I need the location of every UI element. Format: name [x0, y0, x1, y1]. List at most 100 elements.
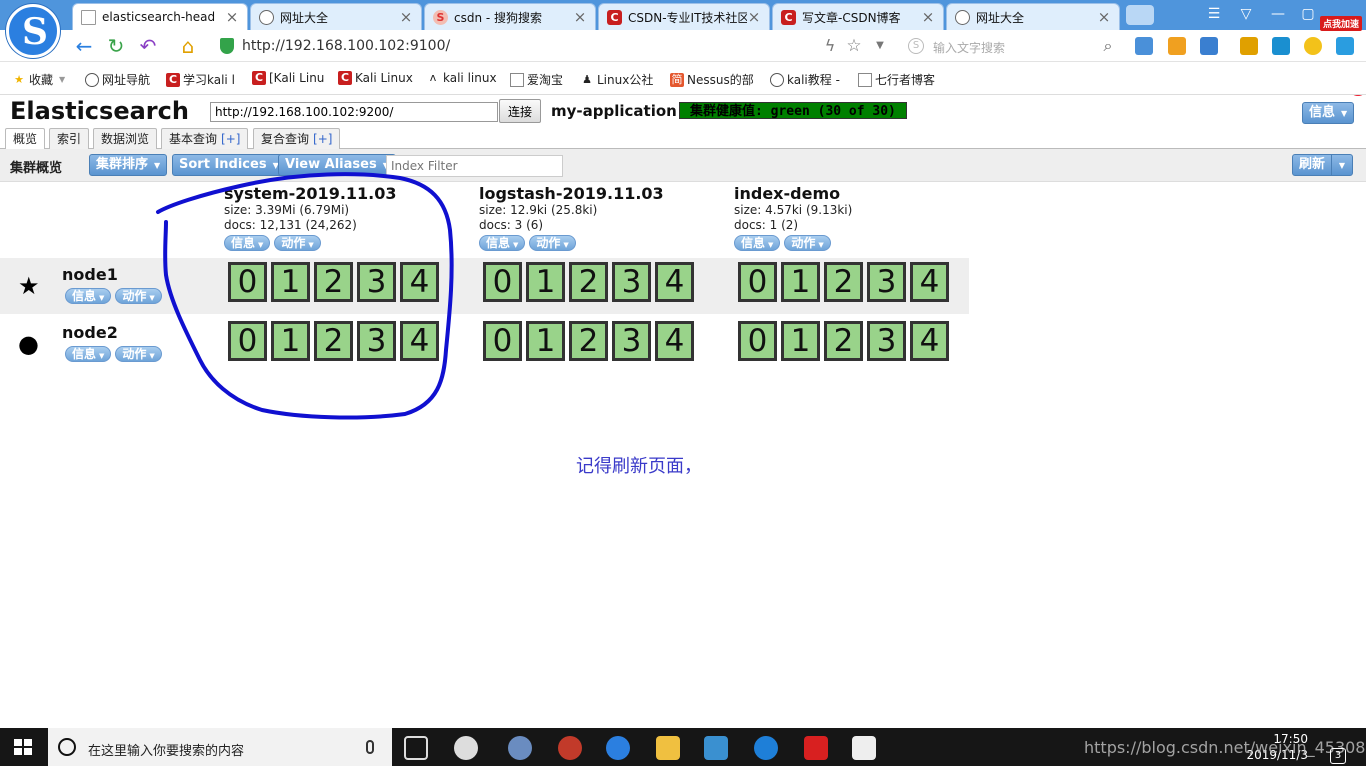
- shard-box[interactable]: 0: [738, 262, 777, 302]
- netease-music-icon[interactable]: [804, 736, 828, 760]
- shard-box[interactable]: 1: [526, 321, 565, 361]
- tab-elasticsearch-head[interactable]: elasticsearch-head ×: [72, 3, 248, 30]
- shard-box[interactable]: 4: [400, 262, 439, 302]
- close-icon[interactable]: ×: [747, 8, 761, 26]
- bookmark-item[interactable]: C 学习kali l: [166, 71, 235, 88]
- translate-icon[interactable]: [1135, 37, 1153, 55]
- cluster-sort-button[interactable]: 集群排序 ▼: [89, 154, 168, 176]
- bookmark-item[interactable]: 爱淘宝: [510, 71, 563, 88]
- shard-box[interactable]: 0: [738, 321, 777, 361]
- globe-app-icon[interactable]: [508, 736, 532, 760]
- tab-compound-query[interactable]: 复合查询 [+]: [253, 128, 341, 150]
- shard-box[interactable]: 3: [357, 262, 396, 302]
- undo-icon[interactable]: ↶: [136, 34, 160, 58]
- kugou-icon[interactable]: [754, 736, 778, 760]
- lightning-icon[interactable]: ϟ: [818, 34, 842, 58]
- bookmark-item[interactable]: ♟ Linux公社: [580, 71, 653, 88]
- download-icon[interactable]: [1336, 37, 1354, 55]
- node-action-button[interactable]: 动作 ▼: [115, 346, 162, 362]
- shard-box[interactable]: 4: [655, 321, 694, 361]
- sort-indices-button[interactable]: Sort Indices ▼: [172, 154, 286, 176]
- shard-box[interactable]: 0: [228, 262, 267, 302]
- extension-icon[interactable]: [1168, 37, 1186, 55]
- node-info-button[interactable]: 信息 ▼: [65, 288, 112, 304]
- microphone-icon[interactable]: [366, 740, 374, 754]
- minimize-icon[interactable]: —: [1268, 4, 1288, 24]
- shard-box[interactable]: 4: [400, 321, 439, 361]
- close-icon[interactable]: ×: [1097, 8, 1111, 26]
- taskbar-search-input[interactable]: 在这里输入你要搜索的内容: [48, 728, 392, 766]
- bookmark-item[interactable]: C [Kali Linu: [252, 71, 324, 85]
- key-icon[interactable]: [1240, 37, 1258, 55]
- photos-icon[interactable]: [852, 736, 876, 760]
- tab-overview[interactable]: 概览: [5, 128, 46, 151]
- close-icon[interactable]: ×: [225, 8, 239, 26]
- shard-box[interactable]: 2: [824, 262, 863, 302]
- windows-start-icon[interactable]: [14, 739, 32, 755]
- search-icon[interactable]: ⌕: [1096, 34, 1120, 58]
- bookmark-item[interactable]: ᴧ kali linux: [426, 71, 497, 85]
- view-aliases-button[interactable]: View Aliases▼: [278, 154, 396, 176]
- skin-icon[interactable]: ▽: [1236, 4, 1256, 24]
- bookmark-item[interactable]: C Kali Linux: [338, 71, 413, 85]
- index-action-button[interactable]: 动作 ▼: [529, 235, 576, 251]
- bookmark-item[interactable]: kali教程 -: [770, 71, 840, 88]
- tab-website-directory-2[interactable]: 网址大全 ×: [946, 3, 1120, 30]
- bookmark-item[interactable]: 网址导航: [85, 71, 150, 88]
- connection-url-input[interactable]: [210, 102, 498, 122]
- shard-box[interactable]: 0: [483, 321, 522, 361]
- index-info-button[interactable]: 信息 ▼: [479, 235, 526, 251]
- shard-box[interactable]: 2: [314, 321, 353, 361]
- tab-indices[interactable]: 索引: [49, 128, 90, 150]
- shard-box[interactable]: 1: [271, 321, 310, 361]
- index-filter-input[interactable]: [386, 155, 563, 177]
- close-icon[interactable]: ×: [399, 8, 413, 26]
- shard-box[interactable]: 0: [228, 321, 267, 361]
- close-icon[interactable]: ×: [921, 8, 935, 26]
- index-info-button[interactable]: 信息 ▼: [224, 235, 271, 251]
- info-menu-button[interactable]: 信息 ▼: [1302, 102, 1355, 124]
- node-info-button[interactable]: 信息 ▼: [65, 346, 112, 362]
- vmware-icon[interactable]: [704, 736, 728, 760]
- search-input[interactable]: S 输入文字搜索: [903, 35, 1123, 57]
- index-action-button[interactable]: 动作 ▼: [784, 235, 831, 251]
- shard-box[interactable]: 1: [781, 321, 820, 361]
- chevron-down-icon[interactable]: ▼: [868, 34, 892, 58]
- refresh-options-chevron-icon[interactable]: ▼: [1331, 154, 1353, 176]
- tab-basic-query[interactable]: 基本查询 [+]: [161, 128, 249, 150]
- bookmark-star-icon[interactable]: ☆: [842, 34, 866, 58]
- speed-up-badge[interactable]: 点我加速: [1320, 16, 1363, 31]
- shard-box[interactable]: 2: [314, 262, 353, 302]
- shard-box[interactable]: 3: [357, 321, 396, 361]
- screenshot-icon[interactable]: [1272, 37, 1290, 55]
- bookmark-item[interactable]: 简 Nessus的部: [670, 71, 754, 88]
- shard-box[interactable]: 3: [612, 321, 651, 361]
- tab-csdn-write[interactable]: C 写文章-CSDN博客 ×: [772, 3, 944, 30]
- shard-box[interactable]: 2: [824, 321, 863, 361]
- index-info-button[interactable]: 信息 ▼: [734, 235, 781, 251]
- task-view-icon[interactable]: [404, 736, 428, 760]
- shard-box[interactable]: 1: [271, 262, 310, 302]
- shard-box[interactable]: 3: [867, 321, 906, 361]
- tab-website-directory[interactable]: 网址大全 ×: [250, 3, 422, 30]
- sogou-browser-logo-icon[interactable]: S: [6, 4, 60, 58]
- shard-box[interactable]: 0: [483, 262, 522, 302]
- tab-browser[interactable]: 数据浏览: [93, 128, 158, 150]
- close-icon[interactable]: ×: [573, 8, 587, 26]
- kali-app-icon[interactable]: [558, 736, 582, 760]
- home-icon[interactable]: ⌂: [176, 34, 200, 58]
- shard-box[interactable]: 4: [655, 262, 694, 302]
- new-tab-button[interactable]: [1126, 5, 1154, 25]
- url-field[interactable]: http://192.168.100.102:9100/: [214, 35, 894, 57]
- back-arrow-icon[interactable]: ←: [72, 34, 96, 58]
- refresh-button[interactable]: 刷新: [1292, 154, 1333, 176]
- shard-box[interactable]: 2: [569, 262, 608, 302]
- tab-csdn-home[interactable]: C CSDN-专业IT技术社区 ×: [598, 3, 770, 30]
- shard-box[interactable]: 1: [781, 262, 820, 302]
- connect-button[interactable]: 连接: [499, 99, 541, 123]
- notification-center-icon[interactable]: 3: [1330, 748, 1346, 764]
- shard-box[interactable]: 3: [867, 262, 906, 302]
- emoji-icon[interactable]: [1304, 37, 1322, 55]
- shard-box[interactable]: 2: [569, 321, 608, 361]
- sogou-browser-app-icon[interactable]: [606, 736, 630, 760]
